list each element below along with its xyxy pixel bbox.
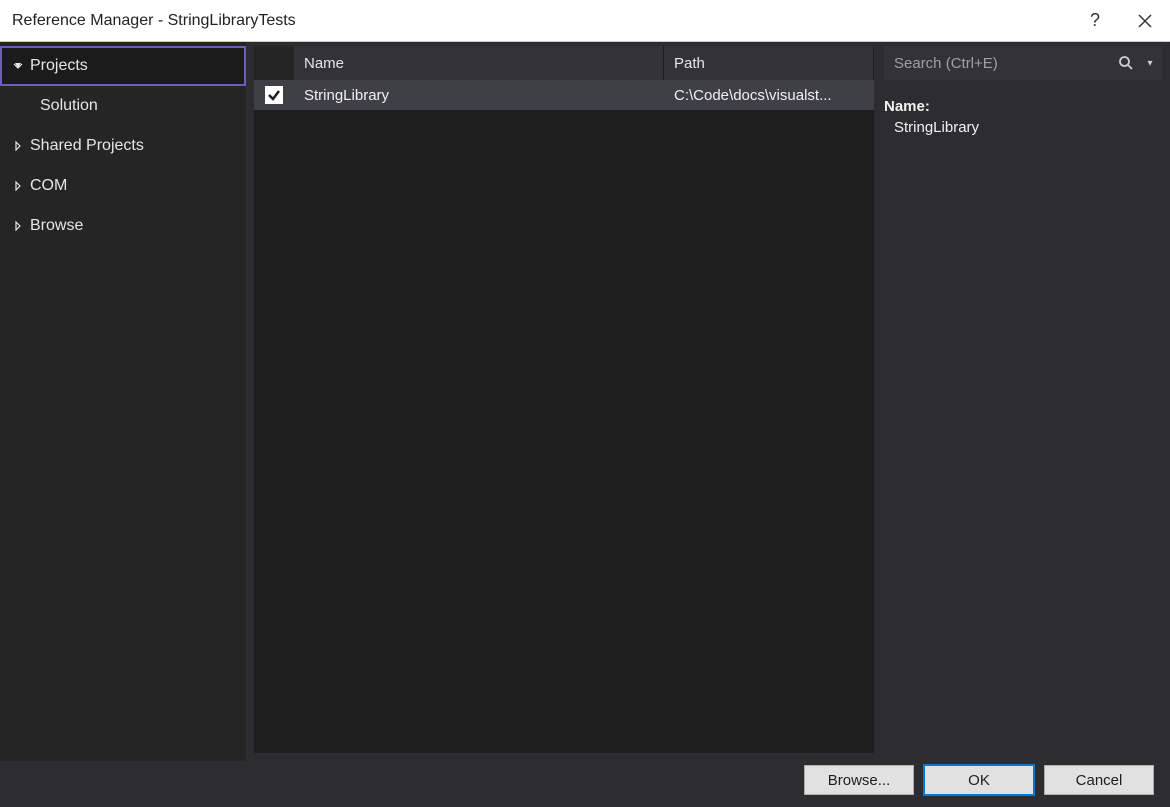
sidebar-item-label: Projects (30, 57, 88, 75)
chevron-down-icon: ▾ (1147, 58, 1152, 69)
title-bar: Reference Manager - StringLibraryTests ? (0, 0, 1170, 42)
window-title: Reference Manager - StringLibraryTests (12, 12, 1070, 30)
column-header-checkbox[interactable] (254, 46, 294, 80)
help-icon: ? (1090, 10, 1100, 31)
table-row[interactable]: StringLibrary C:\Code\docs\visualst... (254, 80, 874, 110)
sidebar-item-label: COM (30, 177, 67, 195)
cancel-button[interactable]: Cancel (1044, 765, 1154, 795)
search-input[interactable] (884, 55, 1108, 72)
search-icon (1118, 55, 1134, 71)
sidebar-item-shared-projects[interactable]: Shared Projects (0, 126, 246, 166)
center-area: Name Path StringLibrary C:\Code\docs\vis… (246, 42, 1170, 761)
row-checkbox-cell (254, 86, 294, 104)
sidebar-item-projects[interactable]: Projects (0, 46, 246, 86)
sidebar-item-label: Browse (30, 217, 83, 235)
row-path-cell: C:\Code\docs\visualst... (664, 87, 874, 104)
dialog-footer: Browse... OK Cancel (0, 761, 1170, 807)
search-dropdown[interactable]: ▾ (1144, 58, 1162, 69)
close-icon (1138, 14, 1152, 28)
detail-name-label: Name: (884, 98, 1162, 115)
chevron-right-icon (10, 181, 26, 191)
table-header: Name Path (254, 46, 874, 80)
right-panel: ▾ Name: StringLibrary (874, 46, 1162, 753)
browse-button[interactable]: Browse... (804, 765, 914, 795)
column-header-path[interactable]: Path (664, 46, 874, 80)
sidebar-item-browse[interactable]: Browse (0, 206, 246, 246)
chevron-right-icon (10, 141, 26, 151)
chevron-down-icon (10, 61, 26, 71)
sidebar: Projects Solution Shared Projects COM Br… (0, 42, 246, 761)
main-area: Projects Solution Shared Projects COM Br… (0, 42, 1170, 761)
search-button[interactable] (1108, 55, 1144, 71)
column-header-name[interactable]: Name (294, 46, 664, 80)
detail-name-value: StringLibrary (884, 119, 1162, 136)
help-button[interactable]: ? (1070, 0, 1120, 42)
sidebar-subitem-solution[interactable]: Solution (0, 86, 246, 126)
row-checkbox[interactable] (265, 86, 283, 104)
sidebar-subitem-label: Solution (40, 97, 98, 115)
ok-button[interactable]: OK (924, 765, 1034, 795)
chevron-right-icon (10, 221, 26, 231)
checkmark-icon (267, 88, 281, 102)
row-name-cell: StringLibrary (294, 87, 664, 104)
sidebar-item-com[interactable]: COM (0, 166, 246, 206)
reference-table: Name Path StringLibrary C:\Code\docs\vis… (254, 46, 874, 753)
table-body: StringLibrary C:\Code\docs\visualst... (254, 80, 874, 753)
close-button[interactable] (1120, 0, 1170, 42)
search-box: ▾ (884, 46, 1162, 80)
sidebar-item-label: Shared Projects (30, 137, 144, 155)
